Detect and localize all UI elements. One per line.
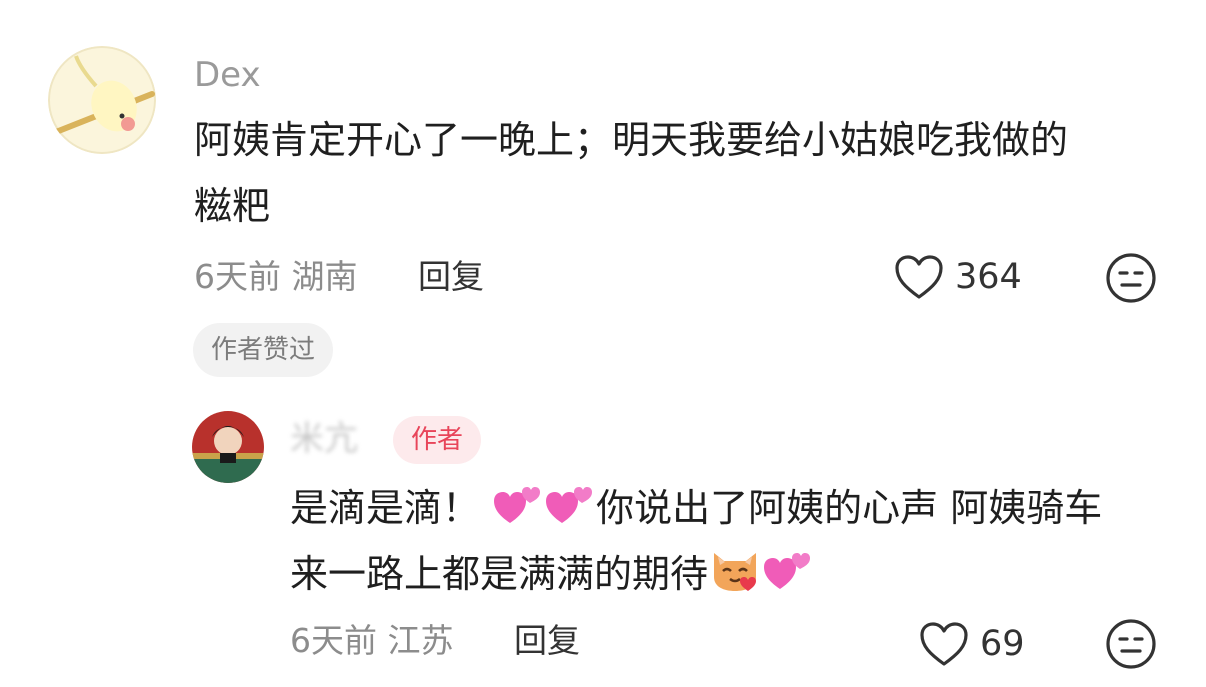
reply-time-location: 6天前 江苏 — [290, 621, 454, 660]
two-hearts-emoji — [764, 553, 811, 589]
reply-emoji-button[interactable] — [1105, 618, 1157, 670]
commenter-username[interactable]: Dex — [194, 58, 261, 92]
reply-text-segment: 是滴是滴！ — [290, 486, 481, 530]
heart-outline-icon — [895, 255, 943, 299]
comment-time-location: 6天前 湖南 — [194, 257, 358, 296]
emoji-face-icon — [1106, 253, 1156, 303]
reply-text: 是滴是滴！ 你说出了阿姨的心声 阿姨骑车 来一路上都是满满的期待 — [290, 475, 1102, 607]
author-username[interactable]: 米亢 — [290, 422, 358, 456]
commenter-avatar[interactable] — [48, 46, 156, 154]
comment-thread: Dex 阿姨肯定开心了一晚上；明天我要给小姑娘吃我做的 糍粑 6天前 湖南 回复… — [0, 0, 1206, 687]
reply-like-button[interactable]: 69 — [918, 620, 1025, 668]
comment-reply-button[interactable]: 回复 — [418, 260, 484, 293]
author-liked-badge: 作者赞过 — [193, 323, 334, 377]
comment-like-button[interactable]: 364 — [893, 253, 1022, 301]
two-hearts-emoji — [494, 487, 541, 523]
comment-text-line: 阿姨肯定开心了一晚上；明天我要给小姑娘吃我做的 — [194, 118, 1069, 162]
two-hearts-emoji — [546, 487, 593, 523]
emoji-face-icon — [1106, 619, 1156, 669]
heart-outline-icon — [920, 622, 968, 666]
comment-text-line: 糍粑 — [194, 184, 271, 228]
author-badge: 作者 — [393, 416, 482, 464]
author-avatar[interactable] — [192, 411, 264, 483]
comment-text: 阿姨肯定开心了一晚上；明天我要给小姑娘吃我做的 糍粑 — [194, 107, 1068, 239]
reply-text-segment: 来一路上都是满满的期待 — [290, 552, 709, 596]
comment-emoji-button[interactable] — [1105, 252, 1157, 304]
reply-like-count: 69 — [980, 623, 1025, 664]
cat-heart-emoji — [714, 553, 757, 591]
reply-reply-button[interactable]: 回复 — [514, 624, 580, 657]
reply-text-segment: 你说出了阿姨的心声 阿姨骑车 — [596, 486, 1103, 530]
comment-like-count: 364 — [955, 256, 1022, 297]
